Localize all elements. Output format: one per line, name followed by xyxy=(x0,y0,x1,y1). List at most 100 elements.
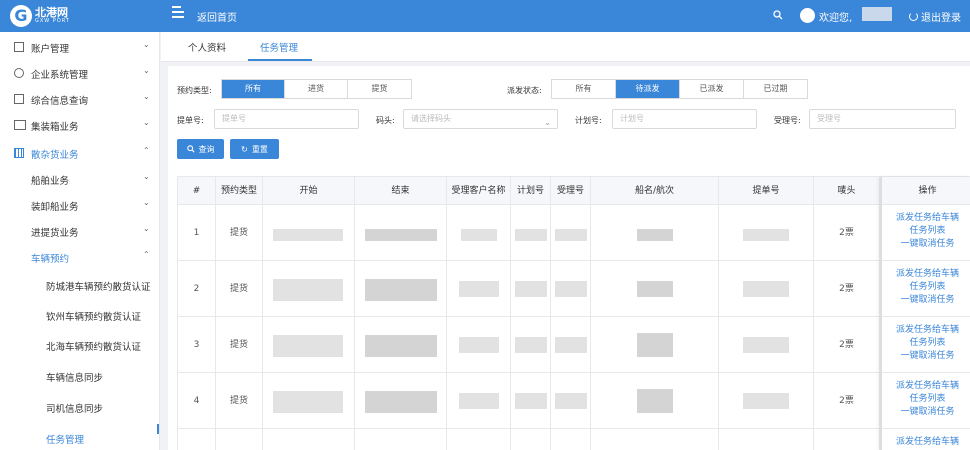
sidebar-leaf-bh-auth[interactable]: 北海车辆预约散货认证 xyxy=(0,331,159,359)
sidebar-leaf-qz-auth[interactable]: 钦州车辆预约散货认证 xyxy=(0,301,159,329)
gear-icon xyxy=(14,68,24,78)
sidebar-item-label: 综合信息查询 xyxy=(31,96,89,107)
chevron-down-icon: ⌄ xyxy=(143,198,150,207)
container-icon xyxy=(14,120,26,130)
booking-type-segmented: 所有 进货 提货 xyxy=(221,79,412,99)
table-cell-vessel-redacted xyxy=(591,261,719,317)
column-header-end: 结束 xyxy=(355,177,447,205)
terminal-select[interactable]: 请选择码头 ⌄ xyxy=(403,109,558,129)
sidebar-leaf-label: 防城港车辆预约散货认证 xyxy=(46,282,151,293)
reset-button-label: 重置 xyxy=(251,144,268,154)
sidebar-item-account[interactable]: 账户管理 ⌄ xyxy=(0,34,159,60)
sidebar-subitem-label: 进提货业务 xyxy=(31,228,79,239)
sidebar-item-bulk[interactable]: 散杂货业务 ⌃ xyxy=(0,140,159,166)
tab-profile[interactable]: 个人资料 xyxy=(188,40,226,54)
cancel-tasks-link[interactable]: 一键取消任务 xyxy=(882,238,970,251)
table-cell-vessel-redacted xyxy=(591,205,719,261)
table-row-marks: 2票 xyxy=(814,205,880,261)
table-cell-start-redacted xyxy=(263,261,355,317)
accept-no-label: 受理号: xyxy=(774,116,801,125)
operation-column: 操作 派发任务给车辆 任务列表 一键取消任务 派发任务给车辆 任务列表 一键取消… xyxy=(880,177,970,450)
sidebar-subitem-pickup[interactable]: 进提货业务 ⌄ xyxy=(0,218,159,244)
dispatch-task-link[interactable]: 派发任务给车辆 xyxy=(882,268,970,281)
table-row-index: 1 xyxy=(178,205,216,261)
table-row-index: 2 xyxy=(178,261,216,317)
tab-task-management[interactable]: 任务管理 xyxy=(260,40,298,54)
table-cell-customer-redacted xyxy=(447,317,511,373)
sidebar-item-container[interactable]: 集装箱业务 ⌄ xyxy=(0,112,159,138)
chevron-down-icon: ⌄ xyxy=(143,40,150,49)
sidebar-leaf-driver-sync[interactable]: 司机信息同步 xyxy=(0,393,159,421)
actions-cell: 派发任务给车辆 任务列表 一键取消任务 xyxy=(882,205,970,261)
table-cell-start-redacted xyxy=(263,317,355,373)
task-list-link[interactable]: 任务列表 xyxy=(882,337,970,350)
task-list-link[interactable]: 任务列表 xyxy=(882,393,970,406)
cancel-tasks-link[interactable]: 一键取消任务 xyxy=(882,294,970,307)
sidebar-subitem-loading[interactable]: 装卸船业务 ⌄ xyxy=(0,192,159,218)
reset-button[interactable]: ↻ 重置 xyxy=(230,139,279,159)
dispatch-task-link[interactable]: 派发任务给车辆 xyxy=(882,380,970,393)
plan-no-input[interactable]: 计划号 xyxy=(612,109,757,129)
table-row-type: 提货 xyxy=(216,317,263,373)
tab-bar: 个人资料 任务管理 xyxy=(161,32,970,62)
column-header-bill-no: 提单号 xyxy=(719,177,814,205)
sidebar-scrollbar[interactable] xyxy=(157,424,159,434)
sidebar-subitem-label: 船舶业务 xyxy=(31,176,70,187)
booking-type-pickup[interactable]: 提货 xyxy=(348,80,411,98)
logout-button[interactable]: 退出登录 xyxy=(909,9,961,24)
bill-no-input[interactable]: 提单号 xyxy=(214,109,359,129)
dispatch-task-link[interactable]: 派发任务给车辆 xyxy=(882,324,970,337)
sidebar-leaf-fcg-auth[interactable]: 防城港车辆预约散货认证 xyxy=(0,271,159,299)
column-header-plan-no: 计划号 xyxy=(511,177,551,205)
search-icon[interactable] xyxy=(773,10,783,20)
chevron-down-icon: ⌄ xyxy=(143,118,150,127)
accept-no-input[interactable]: 受理号 xyxy=(809,109,956,129)
dispatch-task-link[interactable]: 派发任务给车辆 xyxy=(882,436,970,449)
menu-toggle-icon[interactable] xyxy=(172,6,186,18)
dispatch-status-dispatched[interactable]: 已派发 xyxy=(680,80,744,98)
task-list-link[interactable]: 任务列表 xyxy=(882,281,970,294)
column-header-marks: 唛头 xyxy=(814,177,880,205)
terminal-label: 码头: xyxy=(376,116,395,125)
table-cell-start-redacted xyxy=(263,373,355,429)
chevron-up-icon: ⌃ xyxy=(143,250,150,259)
booking-type-in[interactable]: 进货 xyxy=(285,80,348,98)
table-cell-vessel-redacted xyxy=(591,373,719,429)
avatar[interactable] xyxy=(800,8,815,23)
row-actions: 派发任务给车辆 任务列表 一键取消任务 xyxy=(882,268,970,307)
sidebar-subitem-vehicle-booking[interactable]: 车辆预约 ⌃ xyxy=(0,244,159,270)
cancel-tasks-link[interactable]: 一键取消任务 xyxy=(882,350,970,363)
cancel-tasks-link[interactable]: 一键取消任务 xyxy=(882,406,970,419)
dispatch-task-link[interactable]: 派发任务给车辆 xyxy=(882,212,970,225)
logout-label: 退出登录 xyxy=(921,13,961,24)
bulk-icon xyxy=(14,148,24,158)
top-bar: G 北港网 GXW PORT 返回首页 欢迎您, 退出登录 xyxy=(0,0,970,32)
task-list-link[interactable]: 任务列表 xyxy=(882,225,970,238)
sidebar-subitem-label: 车辆预约 xyxy=(31,254,70,265)
sidebar-leaf-vehicle-sync[interactable]: 车辆信息同步 xyxy=(0,362,159,390)
dispatch-status-all[interactable]: 所有 xyxy=(552,80,616,98)
account-icon xyxy=(14,42,24,52)
table-cell-plan-redacted xyxy=(511,373,551,429)
dispatch-status-pending[interactable]: 待派发 xyxy=(616,80,680,98)
search-button[interactable]: 查询 xyxy=(177,139,224,159)
table-cell-end-redacted xyxy=(355,317,447,373)
sidebar-leaf-task-manage[interactable]: 任务管理 xyxy=(0,424,159,450)
sidebar-item-query[interactable]: 综合信息查询 ⌄ xyxy=(0,86,159,112)
sidebar-subitem-ship[interactable]: 船舶业务 ⌄ xyxy=(0,166,159,192)
table-cell-end-redacted xyxy=(355,373,447,429)
dispatch-status-label: 派发状态: xyxy=(507,86,542,95)
logo[interactable]: G 北港网 GXW PORT xyxy=(10,4,70,28)
home-link[interactable]: 返回首页 xyxy=(197,9,237,24)
table-cell-start-redacted xyxy=(263,205,355,261)
table-row-type: 提货 xyxy=(216,373,263,429)
table-row-marks xyxy=(814,429,880,450)
chevron-down-icon: ⌄ xyxy=(143,172,150,181)
table-cell-accept-redacted xyxy=(551,429,591,450)
sidebar-item-enterprise[interactable]: 企业系统管理 ⌄ xyxy=(0,60,159,86)
table-cell-bill-redacted xyxy=(719,429,814,450)
dispatch-status-expired[interactable]: 已过期 xyxy=(744,80,807,98)
actions-cell: 派发任务给车辆 任务列表 一键取消任务 xyxy=(882,317,970,373)
booking-type-all[interactable]: 所有 xyxy=(222,80,285,98)
logo-text: 北港网 GXW PORT xyxy=(35,7,70,25)
